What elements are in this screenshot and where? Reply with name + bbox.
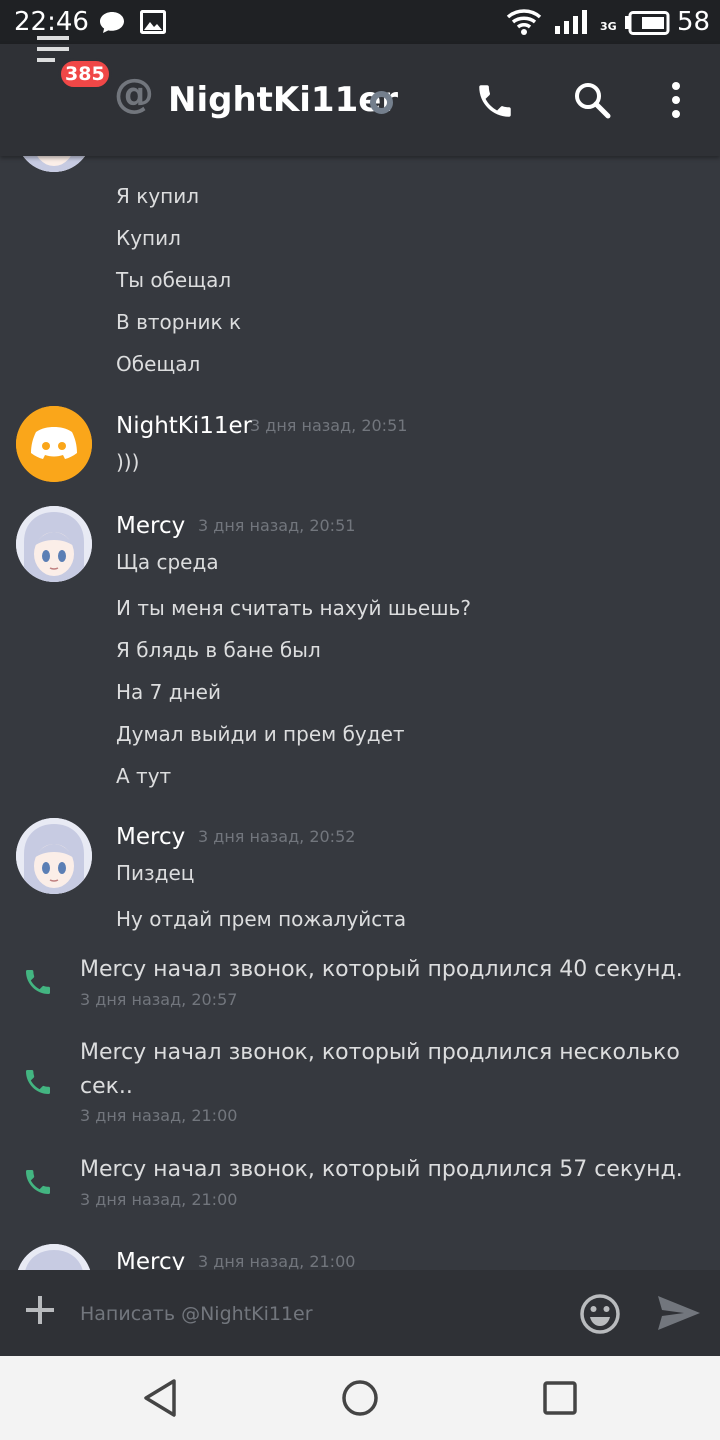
message-composer <box>0 1270 720 1356</box>
android-nav-bar <box>0 1356 720 1440</box>
avatar[interactable] <box>16 506 92 582</box>
message-text: Думал выйди и прем будет <box>116 722 405 746</box>
more-options-button[interactable] <box>664 80 688 124</box>
emoji-icon <box>580 1294 620 1334</box>
back-icon <box>144 1379 176 1417</box>
more-vertical-icon <box>672 82 680 118</box>
at-icon: @ <box>114 71 154 117</box>
avatar[interactable] <box>16 406 92 482</box>
call-message: Mercy начал звонок, который продлился 40… <box>80 957 683 982</box>
send-icon <box>658 1296 700 1330</box>
home-icon <box>342 1380 378 1416</box>
voice-call-button[interactable] <box>474 80 516 126</box>
signal-icon <box>554 8 594 40</box>
call-message: Mercy начал звонок, который продлился не… <box>80 1040 680 1099</box>
message-text: Я блядь в бане был <box>116 638 321 662</box>
home-button[interactable] <box>340 1378 380 1422</box>
call-timestamp: 3 дня назад, 21:00 <box>80 1190 238 1209</box>
recent-apps-icon <box>543 1381 577 1415</box>
plus-icon <box>26 1296 54 1324</box>
network-type: 3G <box>600 20 617 33</box>
phone-icon <box>479 85 511 117</box>
message-timestamp: 3 дня назад, 20:51 <box>250 416 408 435</box>
call-timestamp: 3 дня назад, 20:57 <box>80 990 238 1009</box>
back-button[interactable] <box>142 1378 178 1422</box>
status-indicator-icon <box>370 91 393 114</box>
message-author[interactable]: Mercy <box>116 821 185 853</box>
message-text: Пиздец <box>116 861 195 885</box>
battery-icon <box>624 11 670 39</box>
message-input[interactable] <box>80 1294 560 1334</box>
message-text: Ты обещал <box>116 268 232 292</box>
message-timestamp: 3 дня назад, 21:00 <box>198 1252 356 1270</box>
image-icon <box>140 10 166 38</box>
phone-icon <box>22 966 54 1002</box>
add-attachment-button[interactable] <box>24 1294 56 1330</box>
message-text: ))) <box>116 450 140 474</box>
message-text: И ты меня считать нахуй шьешь? <box>116 596 471 620</box>
message-author[interactable]: Mercy <box>116 1246 185 1270</box>
recent-apps-button[interactable] <box>540 1378 580 1422</box>
call-timestamp: 3 дня назад, 21:00 <box>80 1106 238 1125</box>
avatar[interactable] <box>16 156 92 172</box>
unread-badge: 385 <box>58 58 112 90</box>
message-text: Купил <box>116 226 181 250</box>
chat-bubble-icon <box>98 10 126 38</box>
channel-title: NightKi11er <box>168 80 399 120</box>
message-list[interactable]: Я купил Купил Ты обещал В вторник к Обещ… <box>0 156 720 1270</box>
send-button[interactable] <box>656 1294 702 1336</box>
status-bar: 22:46 3G 58 <box>0 0 720 44</box>
call-message: Mercy начал звонок, который продлился 57… <box>80 1157 683 1182</box>
message-text: Ща среда <box>116 550 219 574</box>
message-author[interactable]: NightKi11er <box>116 410 252 442</box>
message-text: А тут <box>116 764 172 788</box>
avatar[interactable] <box>16 818 92 894</box>
search-button[interactable] <box>572 80 612 124</box>
message-text: Я купил <box>116 184 200 208</box>
avatar[interactable] <box>16 1244 92 1270</box>
wifi-icon <box>506 8 542 40</box>
message-timestamp: 3 дня назад, 20:52 <box>198 827 356 846</box>
battery-level: 58 <box>677 7 711 37</box>
message-timestamp: 3 дня назад, 20:51 <box>198 516 356 535</box>
phone-icon <box>22 1066 54 1102</box>
message-text: Обещал <box>116 352 201 376</box>
search-icon <box>575 83 611 119</box>
message-text: В вторник к <box>116 310 242 334</box>
message-author[interactable]: Mercy <box>116 510 185 542</box>
phone-icon <box>22 1166 54 1202</box>
message-text: На 7 дней <box>116 680 221 704</box>
emoji-button[interactable] <box>578 1292 622 1340</box>
message-text: Ну отдай прем пожалуйста <box>116 907 407 931</box>
